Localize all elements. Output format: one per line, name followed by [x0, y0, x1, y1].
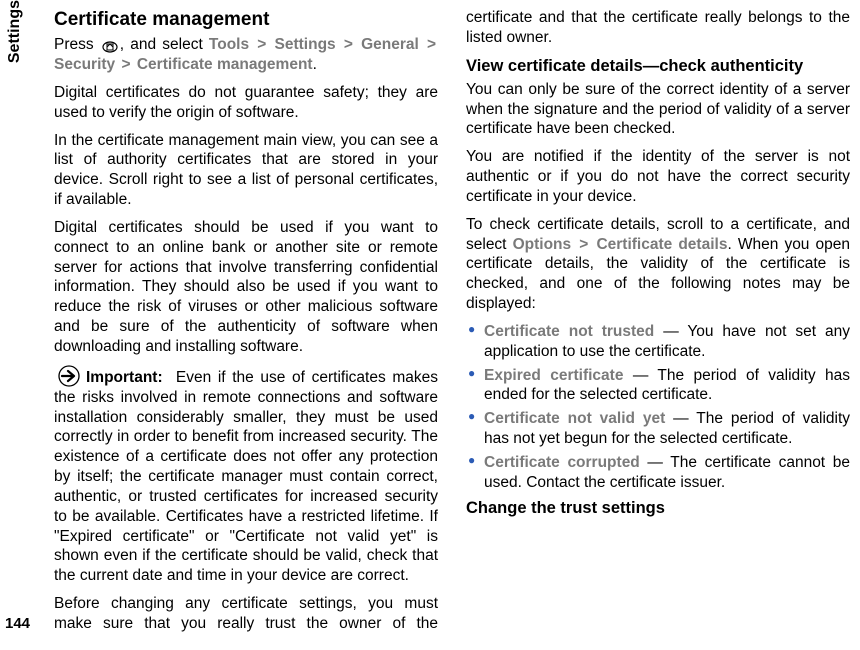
chevron-right-icon: > [255, 36, 268, 53]
note-term: Certificate corrupted [484, 454, 640, 471]
paragraph: You can only be sure of the correct iden… [466, 80, 850, 139]
page-number: 144 [5, 615, 30, 632]
path-security: Security [54, 56, 115, 73]
important-arrow-icon [54, 365, 84, 388]
path-cert-mgmt: Certificate management [137, 56, 313, 73]
path-tools: Tools [209, 36, 249, 53]
subheading-view-details: View certificate details—check authentic… [466, 56, 850, 77]
list-item: Certificate not trusted — You have not s… [466, 322, 850, 362]
path-settings: Settings [275, 36, 336, 53]
paragraph: You are notified if the identity of the … [466, 147, 850, 206]
section-tab-label: Settings [6, 0, 24, 71]
note-term: Certificate not valid yet [484, 410, 665, 427]
paragraph: Digital certificates do not guarantee sa… [54, 83, 438, 123]
home-key-icon [102, 39, 118, 51]
list-item: Certificate corrupted — The certificate … [466, 453, 850, 493]
note-term: Certificate not trusted [484, 323, 654, 340]
heading-cert-management: Certificate management [54, 8, 438, 32]
certificate-notes-list: Certificate not trusted — You have not s… [466, 322, 850, 493]
paragraph: Digital certificates should be used if y… [54, 218, 438, 357]
paragraph: In the certificate management main view,… [54, 131, 438, 210]
press-text-post: , and select [120, 36, 209, 53]
chevron-right-icon: > [342, 36, 355, 53]
important-label: Important: [86, 369, 163, 386]
list-item: Certificate not valid yet — The period o… [466, 409, 850, 449]
press-text-pre: Press [54, 36, 100, 53]
important-note: Important: Even if the use of certificat… [54, 365, 438, 586]
paragraph-check-details: To check certificate details, scroll to … [466, 215, 850, 314]
page-content: Certificate management Press , and selec… [34, 0, 860, 640]
path-options: Options [513, 236, 572, 253]
nav-instruction: Press , and select Tools > Settings > Ge… [54, 35, 438, 75]
chevron-right-icon: > [577, 236, 590, 253]
chevron-right-icon: > [119, 56, 132, 73]
note-term: Expired certificate [484, 367, 623, 384]
chevron-right-icon: > [425, 36, 438, 53]
path-general: General [361, 36, 419, 53]
path-cert-details: Certificate details [596, 236, 727, 253]
important-text: Even if the use of certificates makes th… [54, 369, 438, 584]
subheading-trust-settings: Change the trust settings [466, 498, 850, 519]
list-item: Expired certificate — The period of vali… [466, 366, 850, 406]
section-tab: Settings [0, 0, 30, 120]
